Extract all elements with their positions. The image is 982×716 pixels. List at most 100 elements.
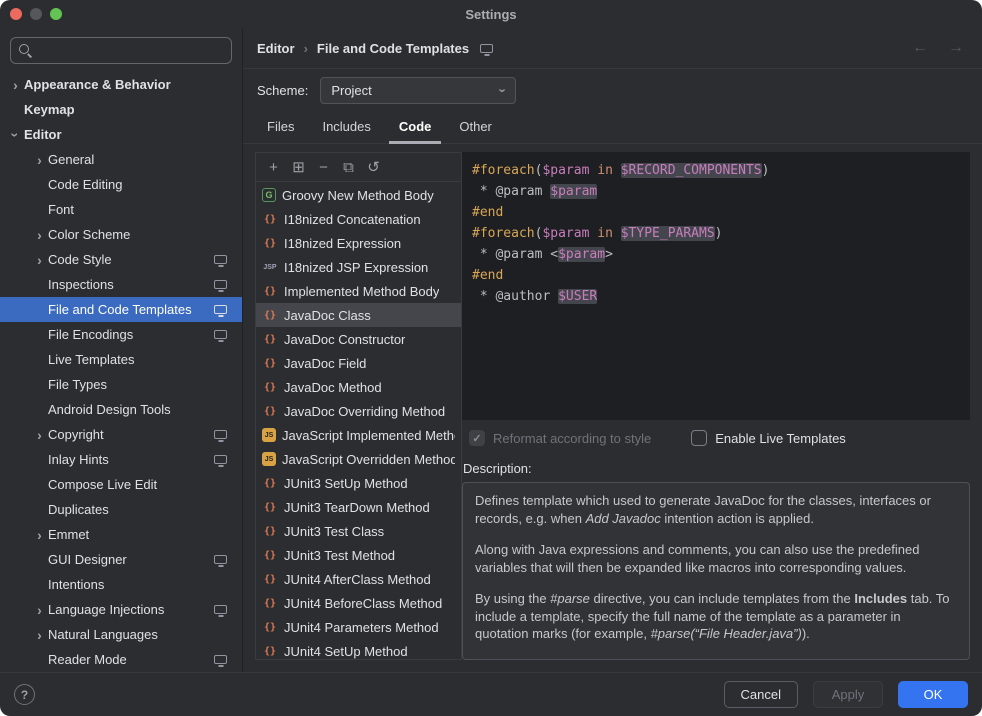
sidebar-item-natural-languages[interactable]: ›Natural Languages [0, 622, 242, 647]
ok-button[interactable]: OK [898, 681, 968, 708]
sidebar-item-label: Natural Languages [48, 627, 242, 642]
create-child-template-icon[interactable]: ⊞ [286, 156, 311, 179]
template-name: JavaScript Overridden Method Body [282, 452, 455, 467]
forward-arrow-icon[interactable]: → [948, 39, 964, 57]
sidebar-item-intentions[interactable]: Intentions [0, 572, 242, 597]
scheme-select[interactable]: Project › [320, 77, 516, 104]
list-item-javadoc-overriding-method[interactable]: {}JavaDoc Overriding Method [256, 399, 461, 423]
remove-template-icon[interactable]: − [311, 156, 336, 179]
sidebar-item-reader-mode[interactable]: Reader Mode [0, 647, 242, 672]
help-icon[interactable]: ? [14, 684, 35, 705]
sidebar-item-general[interactable]: ›General [0, 147, 242, 172]
sidebar-item-gui-designer[interactable]: GUI Designer [0, 547, 242, 572]
settings-content: Editor › File and Code Templates ← → Sch… [243, 28, 982, 672]
sidebar-item-android-design-tools[interactable]: Android Design Tools [0, 397, 242, 422]
list-item-javascript-overridden-method-body[interactable]: JSJavaScript Overridden Method Body [256, 447, 461, 471]
list-item-javadoc-class[interactable]: {}JavaDoc Class [256, 303, 461, 327]
template-name: I18nized JSP Expression [284, 260, 428, 275]
apply-button[interactable]: Apply [813, 681, 883, 708]
list-item-junit3-teardown-method[interactable]: {}JUnit3 TearDown Method [256, 495, 461, 519]
chevron-right-icon[interactable]: › [31, 528, 48, 542]
description-text: Includes [854, 591, 907, 606]
sidebar-item-label: Compose Live Edit [48, 477, 242, 492]
template-editor[interactable]: #foreach($param in $RECORD_COMPONENTS) *… [462, 152, 970, 420]
sidebar-item-compose-live-edit[interactable]: Compose Live Edit [0, 472, 242, 497]
list-item-javadoc-constructor[interactable]: {}JavaDoc Constructor [256, 327, 461, 351]
list-item-junit4-parameters-method[interactable]: {}JUnit4 Parameters Method [256, 615, 461, 639]
chevron-right-icon[interactable]: › [31, 603, 48, 617]
sidebar-item-code-editing[interactable]: Code Editing [0, 172, 242, 197]
list-item-implemented-method-body[interactable]: {}Implemented Method Body [256, 279, 461, 303]
sidebar-item-font[interactable]: Font [0, 197, 242, 222]
list-item-javadoc-method[interactable]: {}JavaDoc Method [256, 375, 461, 399]
template-file-icon: {} [262, 235, 278, 251]
description-text: #parse(“File Header.java”) [651, 626, 802, 641]
sidebar-item-inspections[interactable]: Inspections [0, 272, 242, 297]
sidebar-item-file-types[interactable]: File Types [0, 372, 242, 397]
sidebar-item-emmet[interactable]: ›Emmet [0, 522, 242, 547]
list-item-javadoc-field[interactable]: {}JavaDoc Field [256, 351, 461, 375]
close-window-button[interactable] [10, 8, 22, 20]
sidebar-item-file-and-code-templates[interactable]: File and Code Templates [0, 297, 242, 322]
cancel-button[interactable]: Cancel [724, 681, 798, 708]
code-line: #end [472, 265, 960, 286]
sidebar-item-file-encodings[interactable]: File Encodings [0, 322, 242, 347]
chevron-right-icon[interactable]: › [31, 153, 48, 167]
tab-code[interactable]: Code [389, 111, 442, 144]
chevron-right-icon[interactable]: › [31, 228, 48, 242]
list-item-junit3-test-method[interactable]: {}JUnit3 Test Method [256, 543, 461, 567]
template-file-icon: {} [262, 643, 278, 659]
chevron-right-icon[interactable]: › [31, 628, 48, 642]
template-file-icon: {} [262, 307, 278, 323]
list-item-i18nized-jsp-expression[interactable]: JSPI18nized JSP Expression [256, 255, 461, 279]
description-text: Predefined variables take the following … [475, 658, 742, 661]
sidebar-item-inlay-hints[interactable]: Inlay Hints [0, 447, 242, 472]
sidebar-item-editor[interactable]: ›Editor [0, 122, 242, 147]
copy-template-icon[interactable]: ⧉ [336, 156, 361, 179]
monitor-icon [214, 255, 227, 264]
list-item-junit4-beforeclass-method[interactable]: {}JUnit4 BeforeClass Method [256, 591, 461, 615]
sidebar-item-color-scheme[interactable]: ›Color Scheme [0, 222, 242, 247]
list-item-groovy-new-method-body[interactable]: GGroovy New Method Body [256, 183, 461, 207]
sidebar-item-language-injections[interactable]: ›Language Injections [0, 597, 242, 622]
list-item-javascript-implemented-method-body[interactable]: JSJavaScript Implemented Method Body [256, 423, 461, 447]
list-item-junit4-afterclass-method[interactable]: {}JUnit4 AfterClass Method [256, 567, 461, 591]
description-body[interactable]: Defines template which used to generate … [462, 482, 970, 660]
sidebar-item-keymap[interactable]: Keymap [0, 97, 242, 122]
template-name: JUnit4 BeforeClass Method [284, 596, 442, 611]
description-text: #parse [550, 591, 590, 606]
sidebar-item-live-templates[interactable]: Live Templates [0, 347, 242, 372]
sidebar-item-copyright[interactable]: ›Copyright [0, 422, 242, 447]
sidebar-item-appearance-behavior[interactable]: ›Appearance & Behavior [0, 72, 242, 97]
list-item-i18nized-expression[interactable]: {}I18nized Expression [256, 231, 461, 255]
main-area: ›Appearance & BehaviorKeymap›Editor›Gene… [0, 28, 982, 672]
search-input[interactable] [39, 43, 223, 58]
sidebar-item-code-style[interactable]: ›Code Style [0, 247, 242, 272]
list-item-i18nized-concatenation[interactable]: {}I18nized Concatenation [256, 207, 461, 231]
code-line: #end [472, 202, 960, 223]
tab-other[interactable]: Other [449, 111, 502, 144]
minimize-window-button[interactable] [30, 8, 42, 20]
checkbox-unchecked-icon [691, 430, 707, 446]
chevron-right-icon[interactable]: › [31, 428, 48, 442]
back-arrow-icon[interactable]: ← [912, 39, 928, 57]
settings-search[interactable] [10, 37, 232, 64]
sidebar-item-label: GUI Designer [48, 552, 214, 567]
zoom-window-button[interactable] [50, 8, 62, 20]
breadcrumb-editor[interactable]: Editor [257, 41, 295, 56]
add-template-icon[interactable]: + [261, 156, 286, 179]
list-item-junit3-setup-method[interactable]: {}JUnit3 SetUp Method [256, 471, 461, 495]
chevron-right-icon[interactable]: › [7, 78, 24, 92]
reformat-checkbox[interactable]: ✓ Reformat according to style [469, 430, 651, 446]
template-list: GGroovy New Method Body{}I18nized Concat… [256, 182, 461, 659]
live-templates-checkbox[interactable]: Enable Live Templates [691, 430, 846, 446]
chevron-right-icon[interactable]: › [31, 253, 48, 267]
tab-includes[interactable]: Includes [312, 111, 380, 144]
sidebar-item-duplicates[interactable]: Duplicates [0, 497, 242, 522]
reset-template-icon[interactable]: ↺ [361, 156, 386, 179]
tab-files[interactable]: Files [257, 111, 304, 144]
code-token: ) [762, 163, 770, 178]
chevron-down-icon[interactable]: › [9, 126, 23, 143]
list-item-junit4-setup-method[interactable]: {}JUnit4 SetUp Method [256, 639, 461, 659]
list-item-junit3-test-class[interactable]: {}JUnit3 Test Class [256, 519, 461, 543]
